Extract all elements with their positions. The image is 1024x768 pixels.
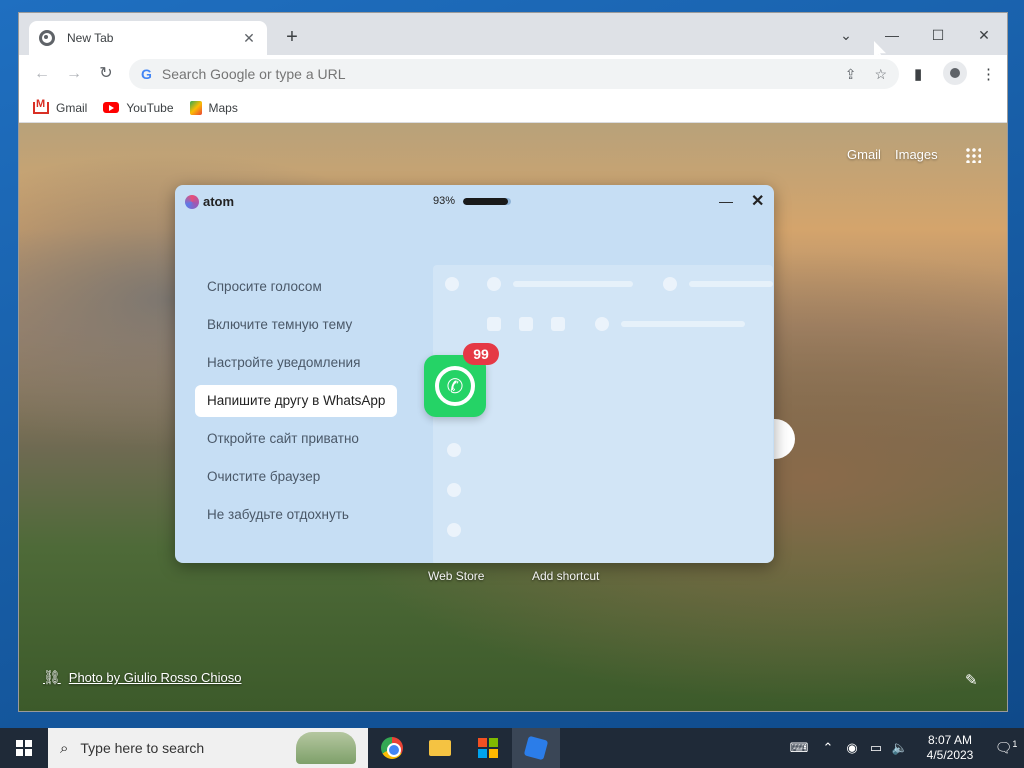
search-highlight-image	[296, 732, 356, 764]
chevron-up-icon[interactable]: ⌃	[816, 740, 840, 756]
images-link[interactable]: Images	[895, 147, 938, 162]
atom-logo-icon	[185, 194, 199, 209]
progress-bar	[463, 197, 512, 205]
atom-onboarding-popup: atom 93% — ✕ Спросите голосом Включите т…	[175, 185, 774, 563]
menu-item-clear-browser[interactable]: Очистите браузер	[195, 461, 397, 493]
start-button[interactable]	[0, 728, 48, 768]
bookmark-label: Maps	[208, 100, 238, 115]
network-icon[interactable]: ▭	[864, 740, 888, 756]
clock-time: 8:07 AM	[927, 733, 973, 747]
keyboard-icon[interactable]: ⌨	[782, 740, 816, 756]
forward-button[interactable]: →	[63, 63, 85, 85]
bookmark-label: YouTube	[126, 100, 174, 115]
side-panel-icon[interactable]: ▮	[914, 65, 922, 83]
store-icon	[478, 738, 498, 758]
bookmark-label: Gmail	[56, 100, 88, 115]
tab-strip: New Tab ✕ + ⌄ — ☐ ✕	[19, 13, 1007, 55]
bookmark-maps[interactable]: Maps	[189, 100, 238, 115]
gmail-icon	[33, 98, 49, 114]
progress-percent: 93%	[433, 195, 456, 207]
menu-kebab-icon[interactable]: ⋮	[981, 65, 996, 83]
photo-credit-text: Photo by Giulio Rosso Chioso	[68, 670, 242, 685]
popup-header: atom 93% — ✕	[175, 185, 774, 219]
taskbar-file-explorer[interactable]	[416, 728, 464, 768]
customize-pencil-icon[interactable]: ✎	[965, 671, 978, 689]
bookmark-youtube[interactable]: YouTube	[103, 100, 174, 115]
menu-item-dark-theme[interactable]: Включите темную тему	[195, 309, 397, 341]
menu-item-voice[interactable]: Спросите голосом	[195, 271, 397, 303]
whatsapp-unread-badge: 99	[463, 343, 499, 365]
shortcut-add[interactable]: Add shortcut	[532, 569, 599, 583]
whatsapp-phone-icon: ✆	[435, 366, 475, 406]
atom-logo: atom	[185, 194, 234, 209]
link-icon: ⛓	[43, 669, 61, 685]
folder-icon	[429, 740, 451, 756]
maps-icon	[189, 100, 202, 115]
bookmark-gmail[interactable]: Gmail	[33, 98, 88, 115]
tips-menu: Спросите голосом Включите темную тему На…	[195, 271, 398, 537]
popup-minimize-button[interactable]: —	[719, 193, 733, 209]
tab-new-tab[interactable]: New Tab ✕	[29, 21, 267, 55]
system-tray: ⌨ ⌃ ◉ ▭ 🔈 8:07 AM 4/5/2023 🗨1	[782, 728, 1024, 768]
chrome-favicon-icon	[39, 30, 55, 46]
omnibox[interactable]: G ⇪ ☆	[129, 59, 899, 89]
taskbar-atom-installer[interactable]	[512, 728, 560, 768]
notification-center-icon[interactable]: 🗨1	[988, 739, 1024, 757]
reload-button[interactable]: ↻	[95, 63, 117, 85]
shortcut-web-store[interactable]: Web Store	[428, 569, 484, 583]
chrome-icon	[381, 737, 403, 759]
popup-close-button[interactable]: ✕	[751, 191, 764, 211]
clock[interactable]: 8:07 AM 4/5/2023	[912, 733, 988, 763]
address-input[interactable]	[161, 66, 827, 82]
menu-item-whatsapp[interactable]: Напишите другу в WhatsApp	[195, 385, 398, 417]
atom-brand-text: atom	[203, 194, 235, 209]
installer-cube-icon	[523, 735, 549, 761]
tab-title: New Tab	[67, 31, 114, 45]
bookmarks-bar: Gmail YouTube Maps	[19, 93, 1007, 123]
maximize-button[interactable]: ☐	[915, 21, 961, 49]
tab-close-icon[interactable]: ✕	[241, 30, 257, 47]
tab-search-dropdown-icon[interactable]: ⌄	[823, 21, 869, 49]
share-icon[interactable]: ⇪	[845, 66, 857, 83]
profile-avatar-icon[interactable]	[943, 61, 967, 85]
new-tab-button[interactable]: +	[279, 25, 305, 51]
taskbar-chrome[interactable]	[368, 728, 416, 768]
progress-indicator: 93%	[433, 195, 512, 207]
search-placeholder: Type here to search	[80, 740, 205, 756]
meet-icon[interactable]: ◉	[840, 740, 864, 756]
taskbar: ⌕ Type here to search ⌨ ⌃ ◉ ▭ 🔈 8:07 AM …	[0, 728, 1024, 768]
gmail-link[interactable]: Gmail	[847, 147, 881, 162]
windows-logo-icon	[16, 740, 32, 756]
progress-fill	[463, 197, 508, 205]
menu-item-notifications[interactable]: Настройте уведомления	[195, 347, 397, 379]
google-g-icon: G	[141, 66, 152, 82]
volume-icon[interactable]: 🔈	[888, 740, 912, 756]
photo-credit-link[interactable]: ⛓ Photo by Giulio Rosso Chioso	[43, 669, 241, 686]
menu-item-rest[interactable]: Не забудьте отдохнуть	[195, 499, 397, 531]
search-icon: ⌕	[60, 739, 69, 757]
menu-item-private[interactable]: Откройте сайт приватно	[195, 423, 397, 455]
google-apps-icon[interactable]	[965, 147, 981, 163]
bookmark-star-icon[interactable]: ☆	[874, 66, 887, 83]
taskbar-store[interactable]	[464, 728, 512, 768]
back-button[interactable]: ←	[31, 63, 53, 85]
youtube-icon	[103, 102, 120, 113]
clock-date: 4/5/2023	[926, 748, 974, 762]
browser-toolbar: ← → ↻ G ⇪ ☆ ▮ ⋮	[19, 55, 1007, 93]
notification-count: 1	[1012, 739, 1018, 750]
close-window-button[interactable]: ✕	[961, 21, 1007, 49]
taskbar-search[interactable]: ⌕ Type here to search	[48, 728, 368, 768]
